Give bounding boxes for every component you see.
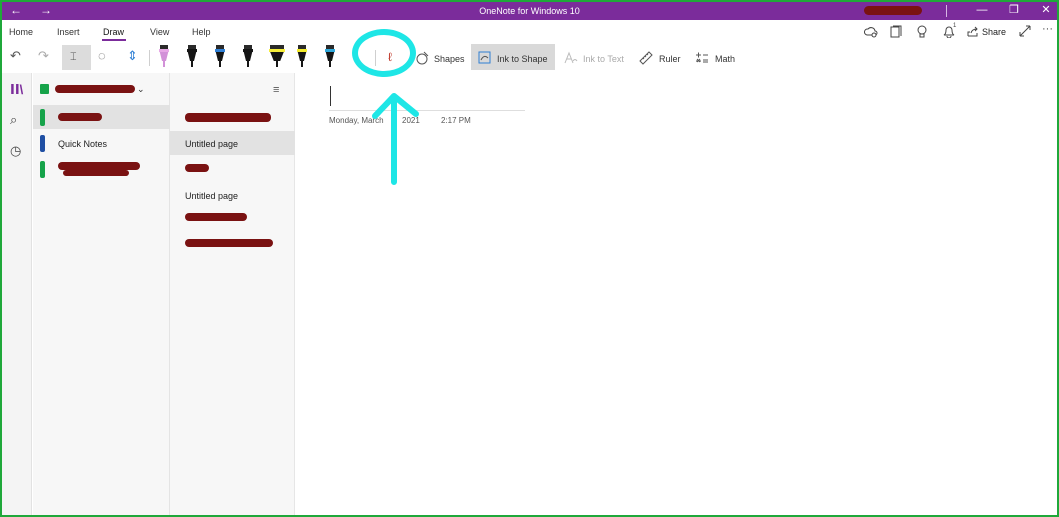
pen-tool-1[interactable] [159,45,169,69]
ribbon-tabs: Home Insert Draw View Help 1 Share ··· [2,20,1057,42]
pen-tool-5[interactable] [325,45,335,69]
redacted-section-name-2 [63,170,129,176]
section-color-tab [40,161,45,178]
search-icon[interactable]: ⌕ [10,113,17,127]
page-label: Untitled page [185,191,239,201]
tab-home[interactable]: Home [9,27,33,37]
section-item-1[interactable] [33,105,170,129]
tab-view[interactable]: View [150,27,169,37]
insert-space-icon[interactable]: ⇕ [127,49,138,63]
redacted-page-title [185,113,271,122]
text-select-icon: ⌶ [70,51,77,63]
restore-icon[interactable]: ❐ [1004,4,1024,17]
text-cursor [330,86,331,106]
section-item-quick-notes[interactable]: Quick Notes [33,131,170,155]
section-color-tab [40,109,45,126]
page-item-5[interactable] [170,209,295,233]
annotation-circle [352,29,416,77]
tab-draw[interactable]: Draw [103,27,124,37]
sort-pages-icon[interactable]: ≡ [273,84,279,96]
chevron-down-icon: ⌄ [137,84,145,94]
onenote-window: ← → OneNote for Windows 10 — ❐ ✕ Home In… [2,2,1057,515]
shapes-button[interactable]: Shapes [434,54,465,64]
redacted-page-title [185,239,273,247]
active-tab-indicator [102,39,126,41]
notebook-icon [40,84,49,94]
navigation-rail: ⅠⅠ\ ⌕ ◷ [2,73,32,515]
page-label: Untitled page [185,139,239,149]
page-item-2[interactable]: Untitled page [170,131,295,155]
title-bar: ← → OneNote for Windows 10 — ❐ ✕ [2,2,1057,20]
minimize-icon[interactable]: — [972,4,992,17]
notebook-selector[interactable]: ⌄ [33,73,170,104]
recent-clock-icon[interactable]: ◷ [10,144,21,158]
share-button[interactable]: Share [982,27,1006,37]
toolbar-divider [149,50,150,66]
shapes-icon[interactable] [416,51,430,65]
ink-to-text-button[interactable]: Ink to Text [583,54,624,64]
notebooks-icon[interactable]: ⅠⅠ\ [10,83,23,97]
lightbulb-icon[interactable] [916,25,928,38]
pages-pane: Untitled page Untitled page [170,73,295,515]
pen-tool-2[interactable] [187,45,197,69]
ink-to-shape-label: Ink to Shape [497,54,548,64]
tab-insert[interactable]: Insert [57,27,80,37]
ink-to-shape-icon [478,51,491,64]
notification-count: 1 [953,23,957,29]
redacted-page-title [185,213,247,221]
page-item-6[interactable] [170,233,295,257]
ruler-icon[interactable] [639,51,653,65]
highlighter-tool-1[interactable] [269,45,285,69]
redacted-section-name [58,162,140,170]
pen-tool-3[interactable] [215,45,225,69]
page-item-1[interactable] [170,105,295,129]
sync-cloud-icon[interactable] [864,26,878,38]
page-item-3[interactable] [170,157,295,181]
redacted-section-name [58,113,102,121]
highlighter-tool-2[interactable] [297,45,307,69]
redacted-page-title [185,164,209,172]
redo-icon[interactable]: ↷ [38,49,49,63]
math-icon[interactable] [695,51,709,65]
share-icon[interactable] [967,26,979,37]
redacted-account [864,6,922,15]
undo-icon[interactable]: ↶ [10,49,21,63]
fullscreen-icon[interactable] [1019,25,1031,37]
draw-toolbar: ↶ ↷ ⌶ ◌ ⇕ ℓ Shapes Ink to Shape Ink to T… [2,42,1057,73]
page-item-4[interactable]: Untitled page [170,183,295,207]
close-icon[interactable]: ✕ [1036,4,1056,17]
sections-pane: ⌄ Quick Notes [33,73,170,515]
pen-tool-4[interactable] [243,45,253,69]
page-time: 2:17 PM [441,116,471,125]
lasso-add-icon[interactable]: ◌ [98,49,106,63]
pages-icon[interactable] [890,25,902,38]
type-select-button[interactable]: ⌶ [62,45,91,70]
ruler-button[interactable]: Ruler [659,54,681,64]
more-options-icon[interactable]: ··· [1042,23,1053,35]
title-separator [946,5,947,17]
section-color-tab [40,135,45,152]
section-label: Quick Notes [58,139,108,149]
ink-to-text-icon[interactable] [564,51,578,65]
section-item-3[interactable] [33,157,170,181]
math-button[interactable]: Math [715,54,735,64]
tab-help[interactable]: Help [192,27,211,37]
annotation-arrow [372,93,419,185]
redacted-notebook-name [55,85,135,93]
